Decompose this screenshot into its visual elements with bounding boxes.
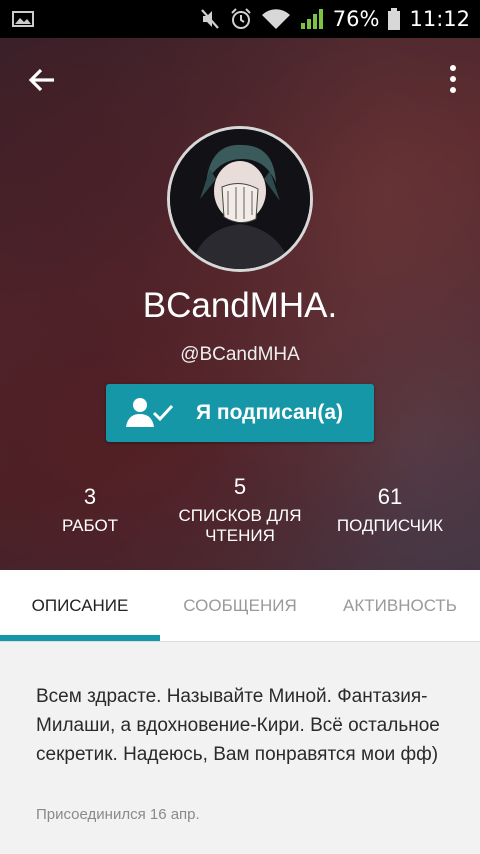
- tab-activity[interactable]: АКТИВНОСТЬ: [320, 570, 480, 642]
- alarm-icon: [231, 8, 251, 29]
- profile-description: Всем здрасте. Называйте Миной. Фантазия-…: [36, 686, 440, 765]
- signal-icon: [300, 9, 323, 29]
- more-vertical-icon[interactable]: [448, 64, 458, 94]
- joined-date: Присоединился 16 апр.: [36, 806, 200, 823]
- wifi-icon: [261, 9, 290, 29]
- username: @BCandMHA: [180, 344, 300, 365]
- stat-followers[interactable]: 61 ПОДПИСЧИК: [320, 484, 460, 536]
- display-name: BCandMHA.: [142, 286, 338, 325]
- clock: 11:12: [409, 7, 470, 31]
- battery-icon: [388, 8, 401, 30]
- stat-reading-lists-value: 5: [233, 474, 247, 499]
- following-button[interactable]: Я подписан(а): [106, 384, 374, 442]
- stat-works[interactable]: 3 РАБОТ: [40, 484, 140, 536]
- gallery-icon: [12, 11, 34, 27]
- stat-followers-value: 61: [377, 484, 403, 509]
- battery-percent: 76%: [332, 7, 380, 31]
- profile-header: BCandMHA. @BCandMHA Я подписан(а) 3 РАБО…: [0, 38, 480, 570]
- stat-works-label: РАБОТ: [61, 516, 119, 535]
- active-tab-indicator: [0, 635, 160, 641]
- mute-icon: [200, 9, 219, 29]
- tab-description[interactable]: ОПИСАНИЕ: [0, 570, 160, 642]
- stat-reading-lists[interactable]: 5 СПИСКОВ ДЛЯ ЧТЕНИЯ: [170, 474, 310, 546]
- stat-followers-label: ПОДПИСЧИК: [336, 516, 444, 535]
- tab-messages[interactable]: СООБЩЕНИЯ: [160, 570, 320, 642]
- stat-works-value: 3: [83, 484, 97, 509]
- following-button-label: Я подписан(а): [196, 401, 344, 424]
- arrow-left-icon[interactable]: [26, 64, 58, 96]
- user-check-icon: [126, 398, 174, 427]
- about-section: Всем здрасте. Называйте Миной. Фантазия-…: [0, 642, 480, 854]
- profile-tabs: ОПИСАНИЕ СООБЩЕНИЯ АКТИВНОСТЬ: [0, 570, 480, 642]
- stat-reading-lists-label: СПИСКОВ ДЛЯ ЧТЕНИЯ: [178, 506, 302, 545]
- avatar[interactable]: [167, 126, 313, 272]
- status-bar: 76% 11:12: [0, 0, 480, 38]
